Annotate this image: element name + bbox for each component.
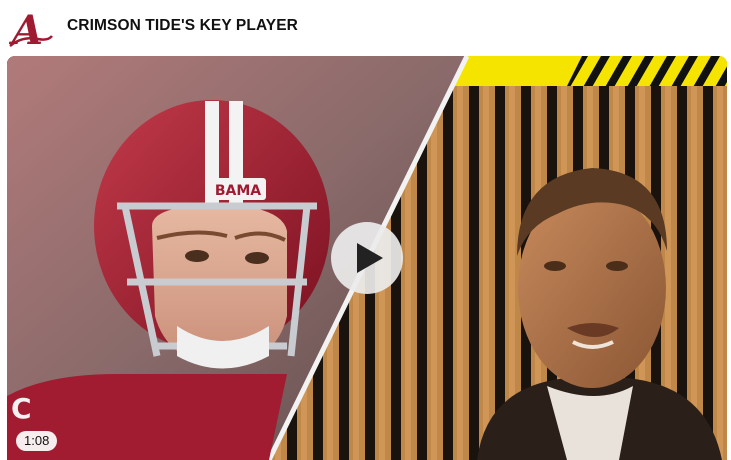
header: A CRIMSON TIDE'S KEY PLAYER xyxy=(0,0,731,56)
jersey-letter: C xyxy=(11,392,32,425)
play-icon xyxy=(357,243,383,273)
duration-badge: 1:08 xyxy=(16,431,58,451)
page-title[interactable]: CRIMSON TIDE'S KEY PLAYER xyxy=(67,17,298,35)
alabama-logo-icon[interactable]: A xyxy=(8,6,54,50)
play-button[interactable] xyxy=(331,222,403,294)
helmet-text: BAMA xyxy=(215,183,261,199)
video-player[interactable]: C BAMA 1:08 xyxy=(7,56,727,460)
